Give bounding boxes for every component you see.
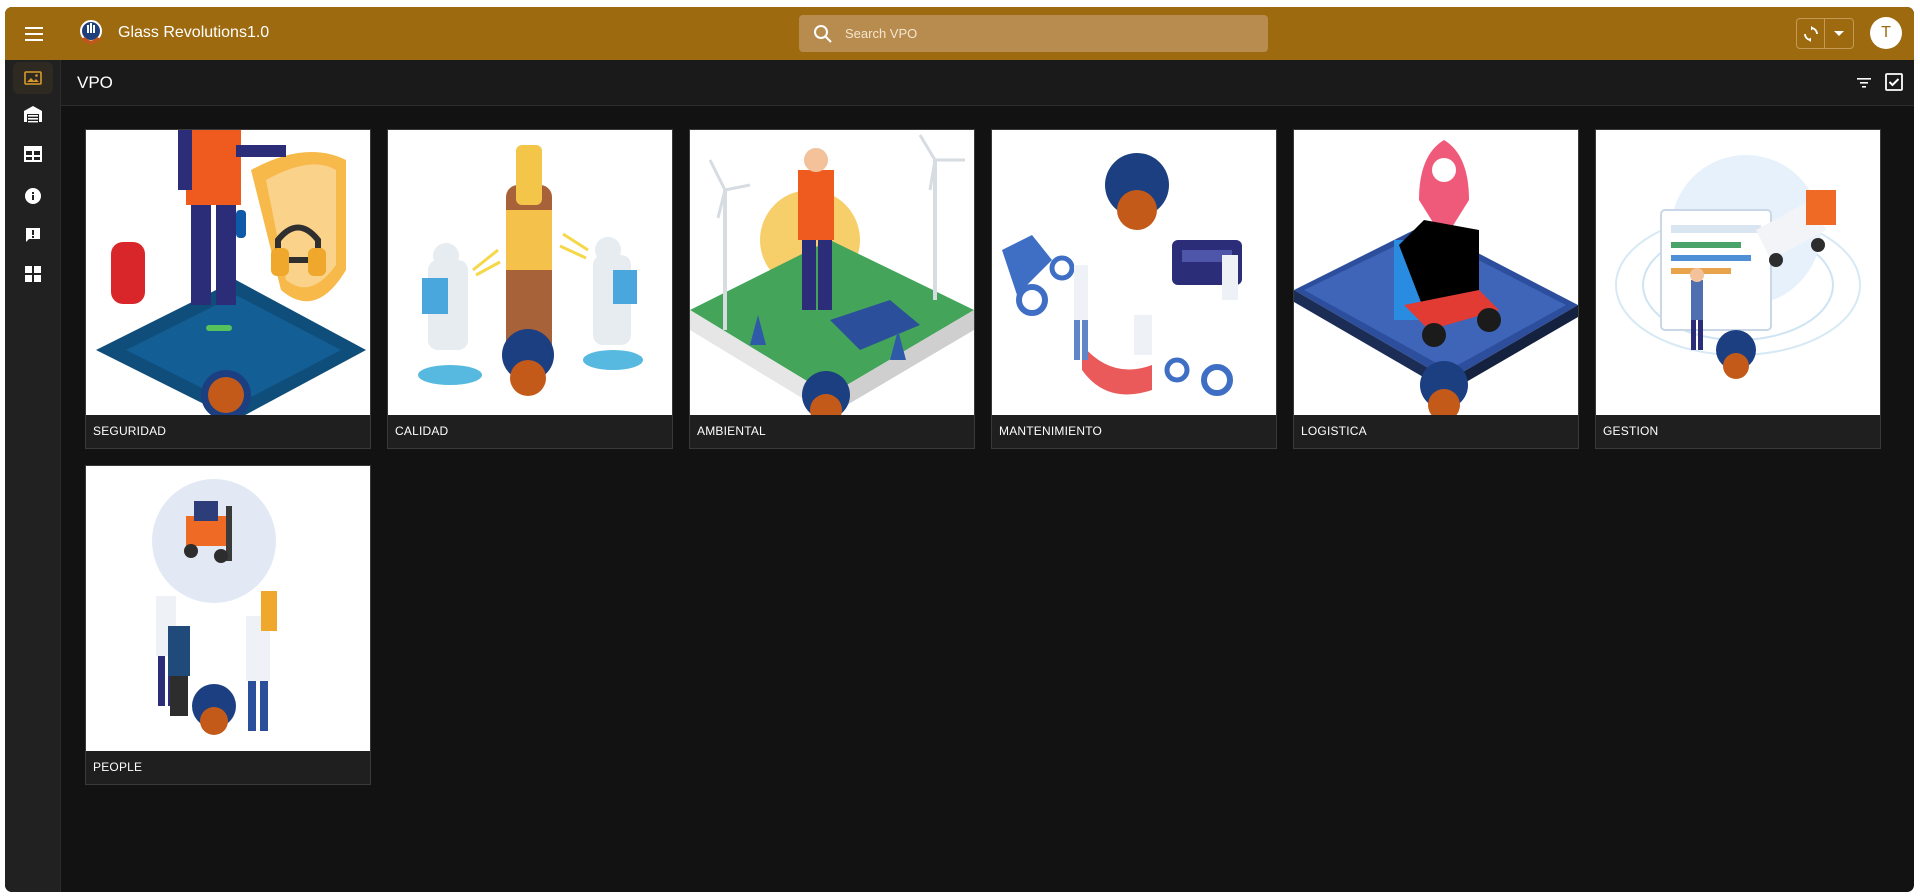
sidebar-item-feedback[interactable] [13,219,53,251]
card-calidad[interactable]: CALIDAD [387,129,673,449]
app-title: Glass Revolutions1.0 [118,24,270,41]
search-icon [814,25,832,43]
card-label: LOGISTICA [1301,424,1367,438]
sync-icon [1803,25,1818,42]
sidebar-item-dashboard[interactable] [13,258,53,290]
page-toolbar: VPO [61,60,1914,106]
card-ambiental[interactable]: AMBIENTAL [689,129,975,449]
card-people[interactable]: PEOPLE [85,465,371,785]
image-icon [24,71,42,85]
hamburger-menu-icon [25,27,43,41]
select-all-checkbox[interactable] [1884,72,1904,92]
feedback-icon [26,228,40,242]
card-label: MANTENIMIENTO [999,424,1103,438]
sidebar-item-gallery[interactable] [13,62,53,94]
card-label: AMBIENTAL [697,424,766,438]
search-input[interactable] [845,15,1255,52]
sync-dropdown-button[interactable] [1825,19,1853,48]
app-window: Glass Revolutions1.0 Search VPO T VPO SE… [5,7,1914,892]
filter-button[interactable] [1854,73,1874,93]
dashboard-icon [25,266,41,282]
mantenimiento-illustration [992,130,1276,415]
info-icon [25,188,41,204]
card-seguridad[interactable]: SEGURIDAD [85,129,371,449]
seguridad-illustration [86,130,370,415]
card-gestion[interactable]: GESTION [1595,129,1881,449]
sidebar-item-info[interactable] [13,180,53,212]
gestion-illustration [1596,130,1880,415]
card-label: CALIDAD [395,424,449,438]
table-icon [24,146,42,162]
logistica-illustration [1294,130,1578,415]
sync-button[interactable] [1797,19,1826,48]
page-title: VPO [77,73,113,92]
menu-button[interactable] [19,19,49,49]
people-illustration [86,466,370,751]
user-avatar[interactable]: T [1870,17,1902,49]
filter-icon [1857,78,1871,88]
card-label: PEOPLE [93,760,143,774]
calidad-illustration [388,130,672,415]
sidebar-item-table[interactable] [13,138,53,170]
card-logistica[interactable]: LOGISTICA [1293,129,1579,449]
app-logo [80,20,102,44]
top-bar: Glass Revolutions1.0 Search VPO T [5,7,1914,60]
sync-button-group [1796,18,1854,49]
card-label: SEGURIDAD [93,424,167,438]
warehouse-icon [24,106,42,123]
caret-down-icon [1834,30,1844,36]
search-bar [799,15,1268,52]
card-mantenimiento[interactable]: MANTENIMIENTO [991,129,1277,449]
ambiental-illustration [690,130,974,415]
sidebar-item-warehouse[interactable] [13,98,53,130]
sidebar [5,60,61,892]
card-label: GESTION [1603,424,1659,438]
checkbox-checked-icon [1885,73,1903,91]
